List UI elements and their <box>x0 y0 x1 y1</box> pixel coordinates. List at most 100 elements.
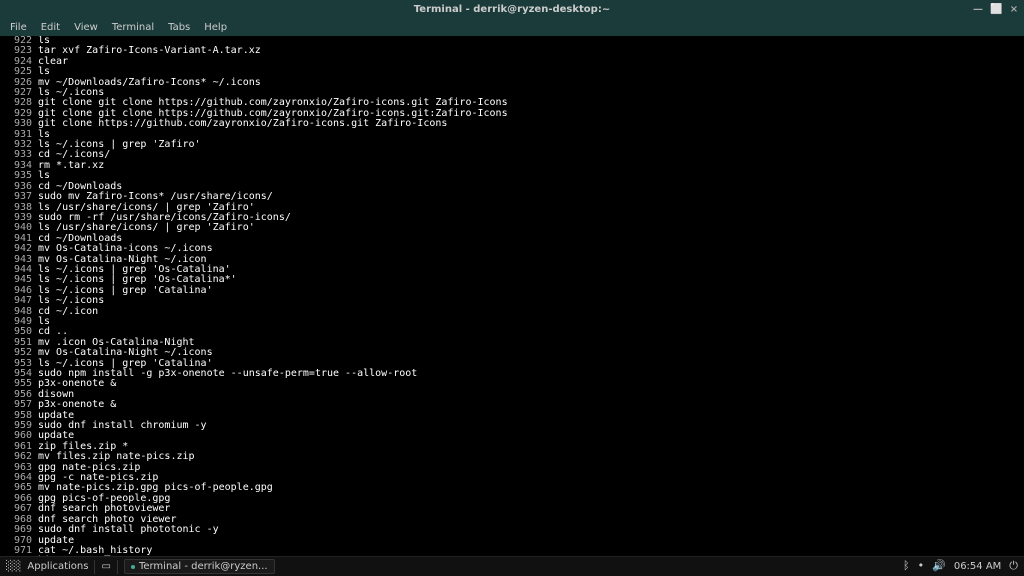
line-number: 969 <box>4 525 32 535</box>
user-icon[interactable]: ⏻ <box>1009 560 1018 572</box>
history-line: 923tar xvf Zafiro-Icons-Variant-A.tar.xz <box>4 46 1020 56</box>
history-line: 971cat ~/.bash_history <box>4 546 1020 556</box>
command-text: disown <box>32 389 74 400</box>
terminal-body[interactable]: 922ls923tar xvf Zafiro-Icons-Variant-A.t… <box>0 36 1024 556</box>
history-line: 926mv ~/Downloads/Zafiro-Icons* ~/.icons <box>4 78 1020 88</box>
history-line: 947ls ~/.icons <box>4 296 1020 306</box>
history-line: 935ls <box>4 171 1020 181</box>
clock[interactable]: 06:54 AM <box>954 561 1001 572</box>
menu-file[interactable]: File <box>4 20 33 35</box>
command-text: update <box>32 410 74 421</box>
command-text: ls <box>32 129 50 140</box>
command-text: dnf search photoviewer <box>32 503 170 514</box>
command-text: mv .icon Os-Catalina-Night <box>32 337 195 348</box>
command-text: clear <box>32 56 68 67</box>
command-text: sudo npm install -g p3x-onenote --unsafe… <box>32 368 417 379</box>
history-line: 933cd ~/.icons/ <box>4 150 1020 160</box>
history-line: 948cd ~/.icon <box>4 307 1020 317</box>
command-text: mv Os-Catalina-Night ~/.icon <box>32 254 207 265</box>
command-text: ls ~/.icons <box>32 295 104 306</box>
line-number: 937 <box>4 192 32 202</box>
menu-terminal[interactable]: Terminal <box>106 20 160 35</box>
history-line: 955p3x-onenote & <box>4 379 1020 389</box>
command-text: mv nate-pics.zip.gpg pics-of-people.gpg <box>32 482 273 493</box>
minimize-button[interactable]: — <box>972 4 984 15</box>
menu-view[interactable]: View <box>68 20 104 35</box>
command-text: p3x-onenote & <box>32 378 116 389</box>
command-text: gpg -c nate-pics.zip <box>32 472 158 483</box>
command-text: p3x-onenote & <box>32 399 116 410</box>
command-text: cd ~/Downloads <box>32 181 122 192</box>
separator <box>117 560 118 574</box>
task-indicator-icon <box>131 565 135 569</box>
window-controls: — ⬜ × <box>972 0 1020 18</box>
history-line: 956disown <box>4 390 1020 400</box>
command-text: ls ~/.icons | grep 'Catalina' <box>32 358 213 369</box>
history-line: 934rm *.tar.xz <box>4 161 1020 171</box>
audio-icon[interactable]: 🔊 <box>932 560 946 572</box>
command-text: cat ~/.bash_history <box>32 545 152 556</box>
command-text: ls <box>32 66 50 77</box>
command-text: ls <box>32 316 50 327</box>
taskbar-item-terminal[interactable]: Terminal - derrik@ryzen... <box>124 559 275 574</box>
command-text: cd .. <box>32 326 68 337</box>
history-line: 930git clone https://github.com/zayronxi… <box>4 119 1020 129</box>
command-text: cd ~/Downloads <box>32 233 122 244</box>
command-text: ls /usr/share/icons/ | grep 'Zafiro' <box>32 222 255 233</box>
history-line: 962mv files.zip nate-pics.zip <box>4 452 1020 462</box>
line-number: 942 <box>4 244 32 254</box>
history-line: 970update <box>4 536 1020 546</box>
history-line: 924clear <box>4 57 1020 67</box>
taskbar: ░░ Applications ▭ Terminal - derrik@ryze… <box>0 556 1024 576</box>
command-text: update <box>32 535 74 546</box>
history-line: 960update <box>4 431 1020 441</box>
command-text: sudo rm -rf /usr/share/icons/Zafiro-icon… <box>32 212 291 223</box>
command-text: ls ~/.icons | grep 'Os-Catalina' <box>32 264 231 275</box>
bluetooth-icon[interactable]: ᛒ <box>903 560 910 572</box>
command-text: git clone git clone https://github.com/z… <box>32 97 508 108</box>
menu-tabs[interactable]: Tabs <box>162 20 196 35</box>
line-number: 947 <box>4 296 32 306</box>
separator <box>94 560 95 574</box>
command-text: ls ~/.icons <box>32 87 104 98</box>
history-line: 959sudo dnf install chromium -y <box>4 421 1020 431</box>
history-line: 957p3x-onenote & <box>4 400 1020 410</box>
command-text: sudo mv Zafiro-Icons* /usr/share/icons/ <box>32 191 273 202</box>
command-text: mv ~/Downloads/Zafiro-Icons* ~/.icons <box>32 77 261 88</box>
maximize-button[interactable]: ⬜ <box>990 4 1002 15</box>
indicator-icon[interactable]: • <box>918 560 925 572</box>
apps-menu-label[interactable]: Applications <box>27 561 88 572</box>
command-text: sudo dnf install phototonic -y <box>32 524 219 535</box>
history-line: 949ls <box>4 317 1020 327</box>
command-text: mv Os-Catalina-Night ~/.icons <box>32 347 213 358</box>
window-title: Terminal - derrik@ryzen-desktop:~ <box>414 4 610 15</box>
history-line: 940ls /usr/share/icons/ | grep 'Zafiro' <box>4 223 1020 233</box>
close-button[interactable]: × <box>1008 4 1020 15</box>
command-text: ls ~/.icons | grep 'Catalina' <box>32 285 213 296</box>
history-output: 922ls923tar xvf Zafiro-Icons-Variant-A.t… <box>4 36 1020 556</box>
command-text: dnf search photo viewer <box>32 514 176 525</box>
command-text: gpg pics-of-people.gpg <box>32 493 170 504</box>
panel-right: ᛒ • 🔊 06:54 AM ⏻ <box>903 560 1018 572</box>
history-line: 937sudo mv Zafiro-Icons* /usr/share/icon… <box>4 192 1020 202</box>
history-line: 942mv Os-Catalina-icons ~/.icons <box>4 244 1020 254</box>
menu-edit[interactable]: Edit <box>35 20 66 35</box>
show-desktop-icon[interactable]: ▭ <box>101 561 110 572</box>
history-line: 946ls ~/.icons | grep 'Catalina' <box>4 286 1020 296</box>
command-text: mv Os-Catalina-icons ~/.icons <box>32 243 213 254</box>
command-text: mv files.zip nate-pics.zip <box>32 451 195 462</box>
command-text: ls /usr/share/icons/ | grep 'Zafiro' <box>32 202 255 213</box>
command-text: sudo dnf install chromium -y <box>32 420 207 431</box>
task-label: Terminal - derrik@ryzen... <box>139 561 268 572</box>
command-text: rm *.tar.xz <box>32 160 104 171</box>
menubar: File Edit View Terminal Tabs Help <box>0 18 1024 36</box>
history-line: 932ls ~/.icons | grep 'Zafiro' <box>4 140 1020 150</box>
command-text: ls ~/.icons | grep 'Zafiro' <box>32 139 201 150</box>
command-text: ls <box>32 170 50 181</box>
titlebar: Terminal - derrik@ryzen-desktop:~ — ⬜ × <box>0 0 1024 18</box>
apps-menu-icon[interactable]: ░░ <box>6 561 21 572</box>
menu-help[interactable]: Help <box>198 20 233 35</box>
command-text: tar xvf Zafiro-Icons-Variant-A.tar.xz <box>32 45 261 56</box>
command-text: update <box>32 430 74 441</box>
command-text: cd ~/.icon <box>32 306 98 317</box>
